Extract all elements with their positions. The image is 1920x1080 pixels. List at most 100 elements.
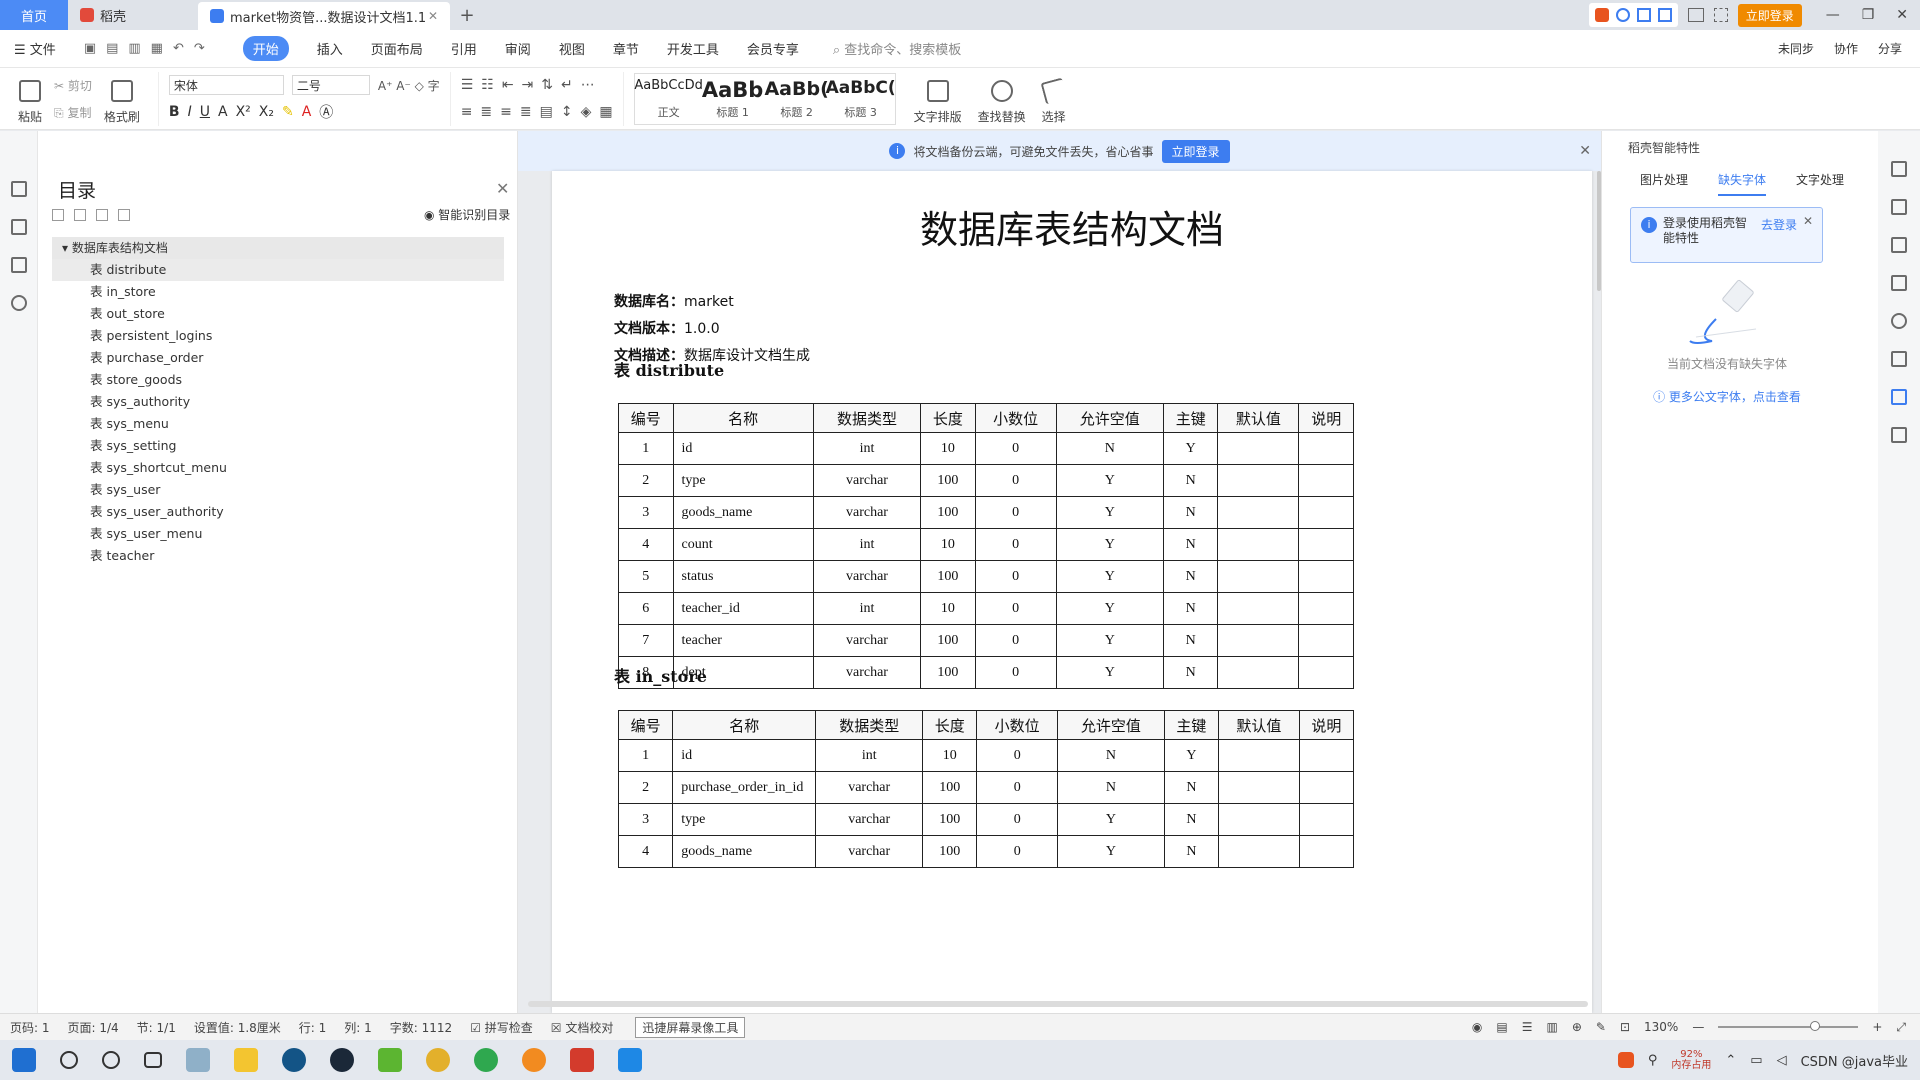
font-name-select[interactable]: 宋体 bbox=[168, 75, 284, 95]
windows-start-icon[interactable] bbox=[12, 1048, 36, 1072]
toc-panel-icon[interactable] bbox=[10, 181, 27, 197]
menu-insert[interactable]: 插入 bbox=[317, 39, 343, 58]
toc-item[interactable]: 表 sys_user_authority bbox=[52, 501, 504, 523]
file-menu[interactable]: ☰ 文件 bbox=[14, 39, 56, 58]
cortana-icon[interactable] bbox=[102, 1051, 120, 1069]
borders-icon[interactable]: ▦ bbox=[599, 104, 612, 120]
quick-access-icons[interactable]: ▣▤▥▦↶↷ bbox=[84, 41, 215, 56]
notice-login-link[interactable]: 去登录 bbox=[1761, 216, 1797, 233]
fit-page-icon[interactable]: ⊡ bbox=[1620, 1020, 1630, 1034]
app-circle-icon[interactable] bbox=[282, 1048, 306, 1072]
tray-expand-icon[interactable]: ⌃ bbox=[1725, 1053, 1736, 1068]
image-icon[interactable] bbox=[1891, 351, 1907, 367]
zoom-slider[interactable] bbox=[1718, 1021, 1859, 1031]
chapter-nav-icon[interactable] bbox=[10, 219, 27, 235]
network-icon[interactable]: ▭ bbox=[1750, 1053, 1762, 1068]
eye-protection-icon[interactable]: ◉ bbox=[1472, 1020, 1482, 1034]
toc-root-item[interactable]: ▾ 数据库表结构文档 bbox=[52, 237, 504, 259]
remove-heading-icon[interactable] bbox=[118, 209, 130, 221]
close-tab-icon[interactable]: ✕ bbox=[428, 9, 438, 23]
search-tool-icon[interactable] bbox=[522, 1048, 546, 1072]
underline-icon[interactable]: U bbox=[200, 104, 210, 120]
horizontal-scrollbar[interactable] bbox=[528, 1001, 1588, 1007]
app-green-icon[interactable] bbox=[378, 1048, 402, 1072]
ime-toolbar[interactable] bbox=[1588, 3, 1678, 27]
taskbar-search-icon[interactable] bbox=[60, 1051, 78, 1069]
login-button[interactable]: 立即登录 bbox=[1737, 3, 1802, 27]
restore-icon[interactable]: ❐ bbox=[1862, 7, 1875, 23]
new-tab-button[interactable]: + bbox=[450, 0, 484, 30]
app-green-round-icon[interactable] bbox=[474, 1048, 498, 1072]
help-icon[interactable] bbox=[1891, 313, 1907, 329]
steam-icon[interactable] bbox=[330, 1048, 354, 1072]
book-icon[interactable] bbox=[1891, 427, 1907, 443]
bookmark-icon[interactable] bbox=[10, 257, 27, 273]
toc-item[interactable]: 表 sys_user bbox=[52, 479, 504, 501]
distribute-icon[interactable]: ▤ bbox=[540, 104, 553, 120]
pointer-icon[interactable] bbox=[1891, 237, 1907, 253]
expand-all-icon[interactable] bbox=[52, 209, 64, 221]
file-explorer-icon[interactable] bbox=[234, 1048, 258, 1072]
app-tablet-icon[interactable] bbox=[186, 1048, 210, 1072]
toc-item[interactable]: 表 sys_user_menu bbox=[52, 523, 504, 545]
share-button[interactable]: 分享 bbox=[1878, 40, 1902, 57]
format-painter-button[interactable]: 格式刷 bbox=[96, 73, 148, 125]
sogou-tray-icon[interactable] bbox=[1617, 1052, 1634, 1068]
settings-slider-icon[interactable] bbox=[1891, 275, 1907, 291]
backup-login-button[interactable]: 立即登录 bbox=[1161, 139, 1230, 163]
grid-icon[interactable] bbox=[1657, 8, 1672, 22]
text-layout-button[interactable]: 文字排版 bbox=[906, 73, 970, 125]
numbering-icon[interactable]: ☷ bbox=[481, 77, 494, 93]
fullscreen-icon[interactable]: ⤢ bbox=[1896, 1020, 1906, 1035]
align-center-icon[interactable]: ≣ bbox=[480, 104, 492, 120]
table-dash-icon[interactable]: ⋯ bbox=[581, 77, 595, 93]
tab-home[interactable]: 首页 bbox=[0, 0, 68, 30]
proofread-button[interactable]: ☒ 文档校对 bbox=[551, 1019, 614, 1036]
minimize-icon[interactable]: — bbox=[1826, 7, 1840, 23]
collapse-all-icon[interactable] bbox=[74, 209, 86, 221]
align-left-icon[interactable]: ≡ bbox=[461, 104, 473, 120]
toc-item[interactable]: 表 persistent_logins bbox=[52, 325, 504, 347]
ai-toc-button[interactable]: ◉ 智能识别目录 bbox=[424, 206, 510, 223]
collaborate-button[interactable]: 协作 bbox=[1834, 40, 1858, 57]
font-size-select[interactable]: 二号 bbox=[291, 75, 370, 95]
menu-review[interactable]: 审阅 bbox=[505, 39, 531, 58]
strike-icon[interactable]: A bbox=[218, 104, 228, 120]
mic-icon[interactable] bbox=[1636, 8, 1651, 22]
subscript-icon[interactable]: X₂ bbox=[259, 104, 274, 120]
style-normal[interactable]: AaBbCcDd 正文 bbox=[634, 76, 703, 122]
search-icon[interactable] bbox=[10, 295, 27, 311]
toc-item[interactable]: 表 sys_setting bbox=[52, 435, 504, 457]
sort-icon[interactable]: ⇅ bbox=[541, 77, 553, 93]
menu-member[interactable]: 会员专享 bbox=[747, 39, 799, 58]
close-window-icon[interactable]: ✕ bbox=[1896, 7, 1908, 23]
chrome-icon[interactable] bbox=[426, 1048, 450, 1072]
justify-icon[interactable]: ≣ bbox=[520, 104, 532, 120]
bullets-icon[interactable]: ☰ bbox=[461, 77, 474, 93]
highlight-icon[interactable]: ✎ bbox=[282, 104, 294, 120]
style-heading-1[interactable]: AaBb 标题 1 bbox=[702, 76, 763, 122]
style-gallery[interactable]: AaBbCcDd 正文 AaBb 标题 1 AaBb(标题 2 AaBbC(标题 3 bbox=[633, 72, 896, 125]
read-view-icon[interactable]: ▥ bbox=[1546, 1020, 1557, 1034]
toc-item[interactable]: 表 sys_authority bbox=[52, 391, 504, 413]
indent-icon[interactable]: ⇤ bbox=[502, 77, 514, 93]
paste-button[interactable]: 粘贴 bbox=[10, 73, 50, 125]
smart-assistant-icon[interactable] bbox=[1891, 161, 1907, 177]
wps-icon[interactable] bbox=[570, 1048, 594, 1072]
menu-view[interactable]: 视图 bbox=[559, 39, 585, 58]
toc-close-icon[interactable]: ✕ bbox=[496, 179, 509, 198]
style-heading-2[interactable]: AaBb(标题 2 bbox=[764, 76, 828, 122]
font-color-icon[interactable]: A bbox=[302, 104, 312, 120]
menu-references[interactable]: 引用 bbox=[451, 39, 477, 58]
zoom-level[interactable]: 130% bbox=[1644, 1020, 1678, 1034]
toc-item[interactable]: 表 sys_shortcut_menu bbox=[52, 457, 504, 479]
task-view-icon[interactable] bbox=[144, 1052, 162, 1068]
layout-icon[interactable] bbox=[1687, 8, 1704, 22]
status-word-count[interactable]: 字数: 1112 bbox=[390, 1019, 452, 1036]
tab-document[interactable]: market物资管...数据设计文档1.1 ✕ bbox=[198, 2, 450, 30]
apps-icon[interactable] bbox=[1713, 8, 1728, 22]
shading-icon[interactable]: ◈ bbox=[581, 104, 592, 120]
style-heading-3[interactable]: AaBbC(标题 3 bbox=[826, 76, 896, 122]
menu-chapter[interactable]: 章节 bbox=[613, 39, 639, 58]
select-button[interactable]: 选择 bbox=[1034, 73, 1074, 125]
